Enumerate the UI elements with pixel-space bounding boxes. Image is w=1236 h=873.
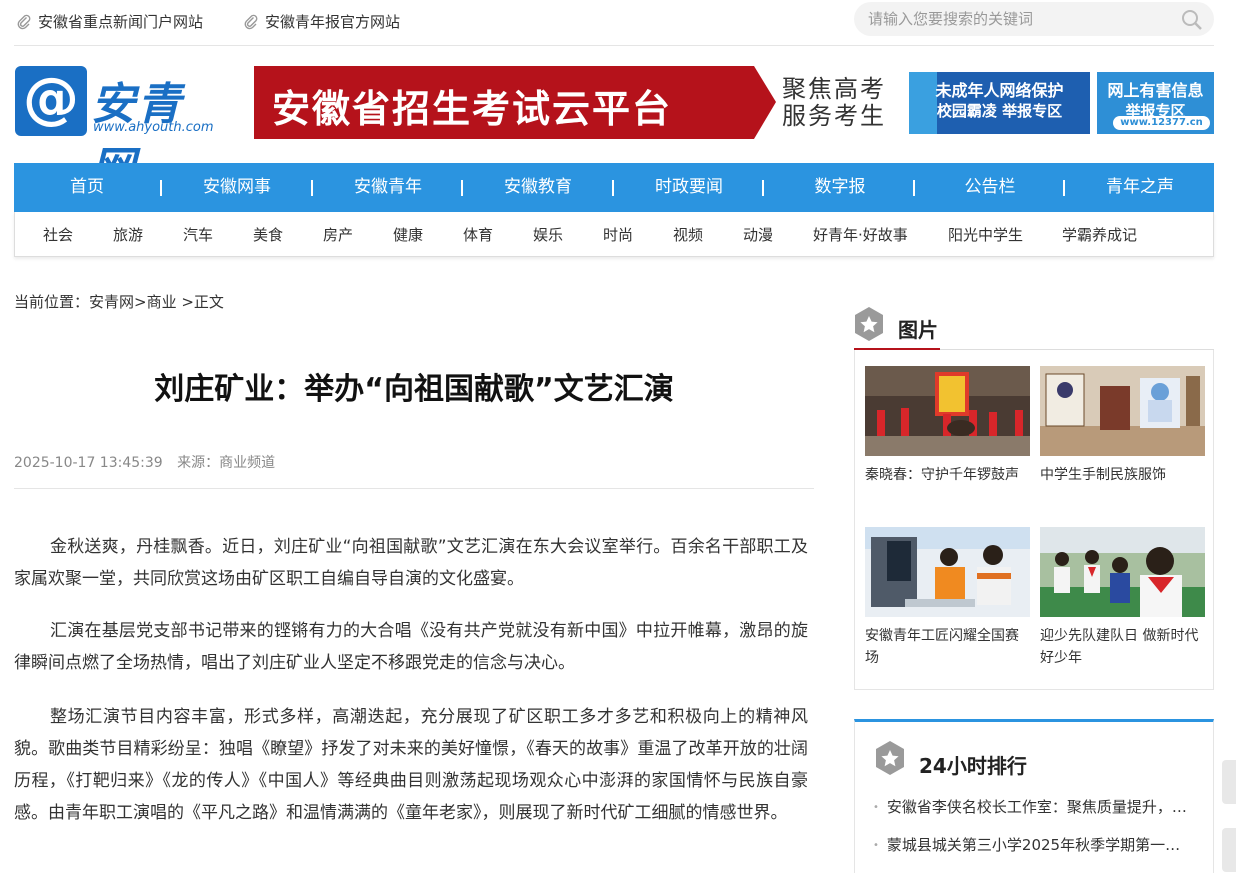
exam-platform-banner[interactable]: 安徽省招生考试云平台 聚焦高考 服务考生 <box>254 66 900 139</box>
ranking-item[interactable]: 蒙城县城关第三小学2025年秋季学期第一次家长会 <box>873 834 1195 855</box>
picture-caption[interactable]: 安徽青年工匠闪耀全国赛场 <box>865 625 1030 669</box>
picture-drum-performance[interactable] <box>865 366 1030 456</box>
ethnic-costume-image <box>1040 366 1205 456</box>
subnav-item-top-student[interactable]: 学霸养成记 <box>1062 224 1137 245</box>
ranking-item[interactable]: 安徽省李侠名校长工作室：聚焦质量提升，赋能教育发展 <box>873 796 1195 817</box>
nav-divider <box>762 180 764 196</box>
article-source: 来源：商业频道 <box>177 455 276 471</box>
nav-divider <box>1063 180 1065 196</box>
logo-at-mark: @ <box>15 66 87 136</box>
floating-tab[interactable] <box>1222 828 1236 872</box>
article-datetime: 2025-10-17 13:45:39 <box>14 455 163 471</box>
search-input[interactable] <box>868 9 1168 29</box>
ranking-item[interactable]: ... <box>873 868 1195 873</box>
nav-item-szb[interactable]: 数字报 <box>770 163 910 212</box>
top-bar: 安徽省重点新闻门户网站 安徽青年报官方网站 <box>14 0 1214 46</box>
ad-harmful-info-report[interactable]: 网上有害信息 举报专区 www.12377.cn <box>1097 72 1214 134</box>
pictures-header: 图片 <box>854 302 1214 350</box>
subnav-item-travel[interactable]: 旅游 <box>113 224 143 245</box>
subnav-item-auto[interactable]: 汽车 <box>183 224 213 245</box>
picture-young-pioneers[interactable] <box>1040 527 1205 617</box>
paperclip-icon <box>244 14 258 29</box>
young-pioneers-image <box>1040 527 1205 617</box>
ranking-panel: 24小时排行 安徽省李侠名校长工作室：聚焦质量提升，赋能教育发展 蒙城县城关第三… <box>854 719 1214 873</box>
subnav-item-health[interactable]: 健康 <box>393 224 423 245</box>
ad-line: 未成年人网络保护 <box>935 81 1064 100</box>
subnav-item-fashion[interactable]: 时尚 <box>603 224 633 245</box>
article-title: 刘庄矿业：举办“向祖国献歌”文艺汇演 <box>154 372 674 407</box>
nav-item-home[interactable]: 首页 <box>17 163 157 212</box>
subnav-item-anime[interactable]: 动漫 <box>743 224 773 245</box>
ad-line: 网上有害信息 <box>1107 81 1204 100</box>
paperclip-icon <box>17 14 31 29</box>
subnav-item-sports[interactable]: 体育 <box>463 224 493 245</box>
ad-line: 校园霸凌 举报专区 <box>936 102 1063 120</box>
article-paragraph: 金秋送爽，丹桂飘香。近日，刘庄矿业“向祖国献歌”文艺汇演在东大会议室举行。百余名… <box>14 537 808 589</box>
star-badge-icon <box>876 741 904 775</box>
logo-url: www.ahyouth.com <box>93 120 214 135</box>
craftsman-contest-image <box>865 527 1030 617</box>
subnav-item-sunny-student[interactable]: 阳光中学生 <box>948 224 1023 245</box>
banner-title: 安徽省招生考试云平台 <box>272 87 673 131</box>
nav-item-ahws[interactable]: 安徽网事 <box>167 163 307 212</box>
subnav-item-video[interactable]: 视频 <box>673 224 703 245</box>
subnav-item-society[interactable]: 社会 <box>43 224 73 245</box>
article-paragraph: 汇演在基层党支部书记带来的铿锵有力的大合唱《没有共产党就没有新中国》中拉开帷幕，… <box>14 621 808 673</box>
picture-caption[interactable]: 迎少先队建队日 做新时代好少年 <box>1040 625 1205 669</box>
picture-caption[interactable]: 中学生手制民族服饰 <box>1040 464 1205 486</box>
picture-young-craftsman[interactable] <box>865 527 1030 617</box>
divider <box>14 488 814 489</box>
subnav-item-house[interactable]: 房产 <box>323 224 353 245</box>
picture-ethnic-costume[interactable] <box>1040 366 1205 456</box>
breadcrumb[interactable]: 当前位置：安青网>商业 >正文 <box>14 291 224 312</box>
drum-performance-image <box>865 366 1030 456</box>
article-paragraph: 整场汇演节目内容丰富，形式多样，高潮迭起，充分展现了矿区职工多才多艺和积极向上的… <box>14 707 808 823</box>
subnav-item-ent[interactable]: 娱乐 <box>533 224 563 245</box>
nav-item-szyw[interactable]: 时政要闻 <box>619 163 759 212</box>
top-link-label: 安徽青年报官方网站 <box>265 13 401 31</box>
banner-red-panel: 安徽省招生考试云平台 <box>254 66 776 139</box>
top-link-ahyouth[interactable]: 安徽青年报官方网站 <box>243 11 400 32</box>
nav-divider <box>612 180 614 196</box>
subnav-item-good-youth[interactable]: 好青年·好故事 <box>813 224 908 245</box>
ad-minor-protection[interactable]: 未成年人网络保护 校园霸凌 举报专区 <box>909 72 1090 134</box>
floating-tab[interactable] <box>1222 760 1236 804</box>
pictures-panel: 秦晓春：守护千年锣鼓声 中学生手制民族服饰 安徽青年工匠闪耀全国赛场 迎少先队建… <box>854 350 1214 690</box>
banner-subtitle: 聚焦高考 服务考生 <box>782 75 886 130</box>
article-meta: 2025-10-17 13:45:39 来源：商业频道 <box>14 452 275 472</box>
nav-item-ggl[interactable]: 公告栏 <box>920 163 1060 212</box>
nav-divider <box>311 180 313 196</box>
nav-divider <box>461 180 463 196</box>
nav-item-qnzs[interactable]: 青年之声 <box>1070 163 1210 212</box>
sub-nav: 社会 旅游 汽车 美食 房产 健康 体育 娱乐 时尚 视频 动漫 好青年·好故事… <box>14 212 1214 257</box>
search-box <box>854 2 1214 36</box>
nav-item-ahjy[interactable]: 安徽教育 <box>468 163 608 212</box>
search-icon[interactable] <box>1180 8 1204 32</box>
nav-divider <box>913 180 915 196</box>
nav-divider <box>160 180 162 196</box>
nav-item-ahqn[interactable]: 安徽青年 <box>318 163 458 212</box>
site-logo[interactable]: @ 安青网 www.ahyouth.com <box>15 66 225 194</box>
main-nav: 首页 安徽网事 安徽青年 安徽教育 时政要闻 数字报 公告栏 青年之声 <box>14 163 1214 212</box>
star-badge-icon <box>855 307 883 341</box>
ranking-title: 24小时排行 <box>919 754 1027 778</box>
top-link-label: 安徽省重点新闻门户网站 <box>38 13 204 31</box>
subnav-item-food[interactable]: 美食 <box>253 224 283 245</box>
top-link-ahnews[interactable]: 安徽省重点新闻门户网站 <box>16 11 203 32</box>
picture-caption[interactable]: 秦晓春：守护千年锣鼓声 <box>865 464 1030 486</box>
pictures-title: 图片 <box>898 318 938 342</box>
ad-url: www.12377.cn <box>1113 116 1210 130</box>
